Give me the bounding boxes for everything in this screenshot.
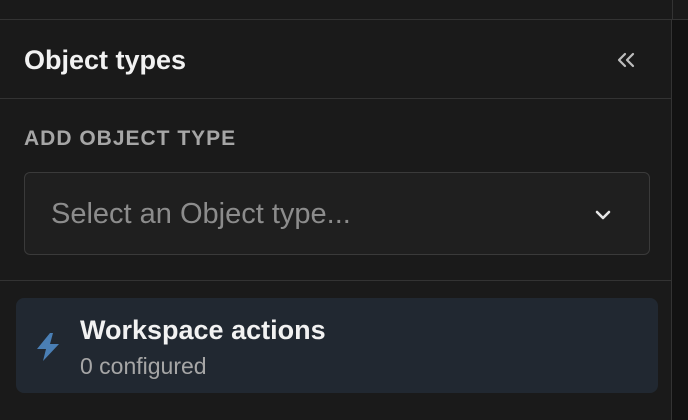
panel-header: Object types xyxy=(0,20,671,99)
add-object-type-section: ADD OBJECT TYPE Select an Object type... xyxy=(0,99,671,281)
lightning-bolt-icon xyxy=(37,333,59,361)
top-bar-divider xyxy=(672,0,673,19)
add-object-type-label: ADD OBJECT TYPE xyxy=(24,127,237,150)
workspace-actions-status: 0 configured xyxy=(80,353,207,379)
workspace-actions-card[interactable]: Workspace actions 0 configured xyxy=(16,298,658,393)
object-types-panel: Object types ADD OBJECT TYPE Select an O… xyxy=(0,20,672,420)
chevron-down-icon xyxy=(595,210,611,220)
panel-title: Object types xyxy=(24,45,187,75)
double-chevron-left-icon xyxy=(617,52,635,68)
collapse-panel-button[interactable] xyxy=(608,44,644,76)
object-type-select-placeholder: Select an Object type... xyxy=(51,198,351,230)
top-bar xyxy=(0,0,688,20)
workspace-actions-title: Workspace actions xyxy=(80,315,326,345)
right-gutter xyxy=(673,20,688,420)
object-type-select[interactable]: Select an Object type... xyxy=(24,172,650,255)
